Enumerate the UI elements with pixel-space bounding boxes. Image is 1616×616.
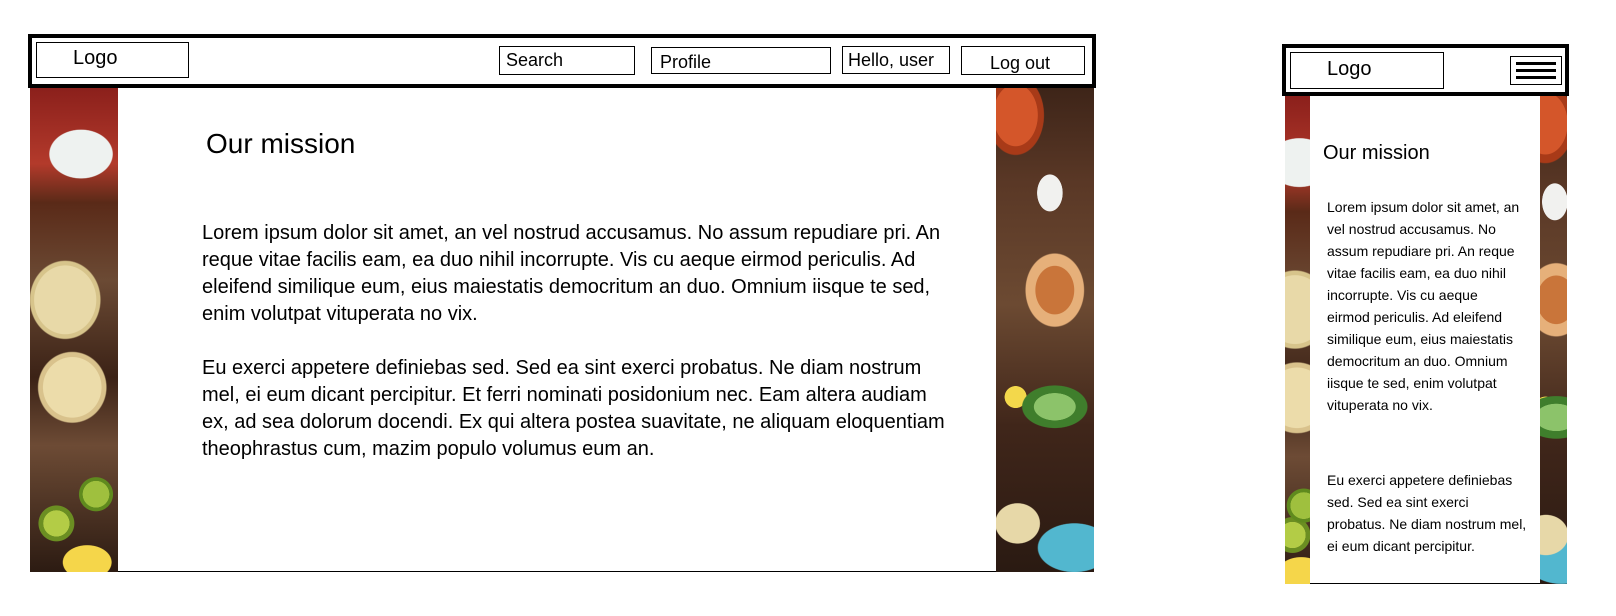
- user-greeting: Hello, user: [842, 46, 950, 74]
- search-input[interactable]: Search: [499, 46, 635, 75]
- mobile-food-image-left: [1285, 94, 1310, 584]
- mission-paragraph-2: Eu exerci appetere definiebas sed. Sed e…: [202, 357, 945, 460]
- mobile-logo[interactable]: Logo: [1290, 52, 1444, 89]
- logo-text: Logo: [73, 47, 118, 69]
- logo[interactable]: Logo: [36, 42, 189, 78]
- mobile-logo-text: Logo: [1327, 58, 1372, 80]
- logout-label: Log out: [990, 53, 1051, 73]
- mobile-page-title: Our mission: [1323, 142, 1430, 164]
- page-title: Our mission: [206, 128, 356, 159]
- mobile-mission-paragraph-1: Lorem ipsum dolor sit amet, an vel nostr…: [1327, 199, 1520, 413]
- logout-button[interactable]: Log out: [961, 46, 1085, 75]
- desktop-food-image-left: [30, 86, 118, 572]
- mobile-food-image-right: [1540, 94, 1567, 584]
- profile-link[interactable]: Profile: [651, 47, 831, 74]
- mission-paragraph-1: Lorem ipsum dolor sit amet, an vel nostr…: [202, 222, 941, 325]
- mobile-navbar: Logo: [1282, 44, 1569, 96]
- hamburger-menu-icon[interactable]: [1510, 56, 1562, 85]
- greeting-text: Hello, user: [848, 50, 935, 70]
- desktop-navbar: Logo Search Profile Hello, user Log out: [28, 34, 1096, 88]
- desktop-food-image-right: [996, 86, 1094, 572]
- search-placeholder: Search: [506, 50, 564, 70]
- mobile-mission-paragraph-2: Eu exerci appetere definiebas sed. Sed e…: [1327, 472, 1527, 554]
- profile-label: Profile: [660, 52, 712, 72]
